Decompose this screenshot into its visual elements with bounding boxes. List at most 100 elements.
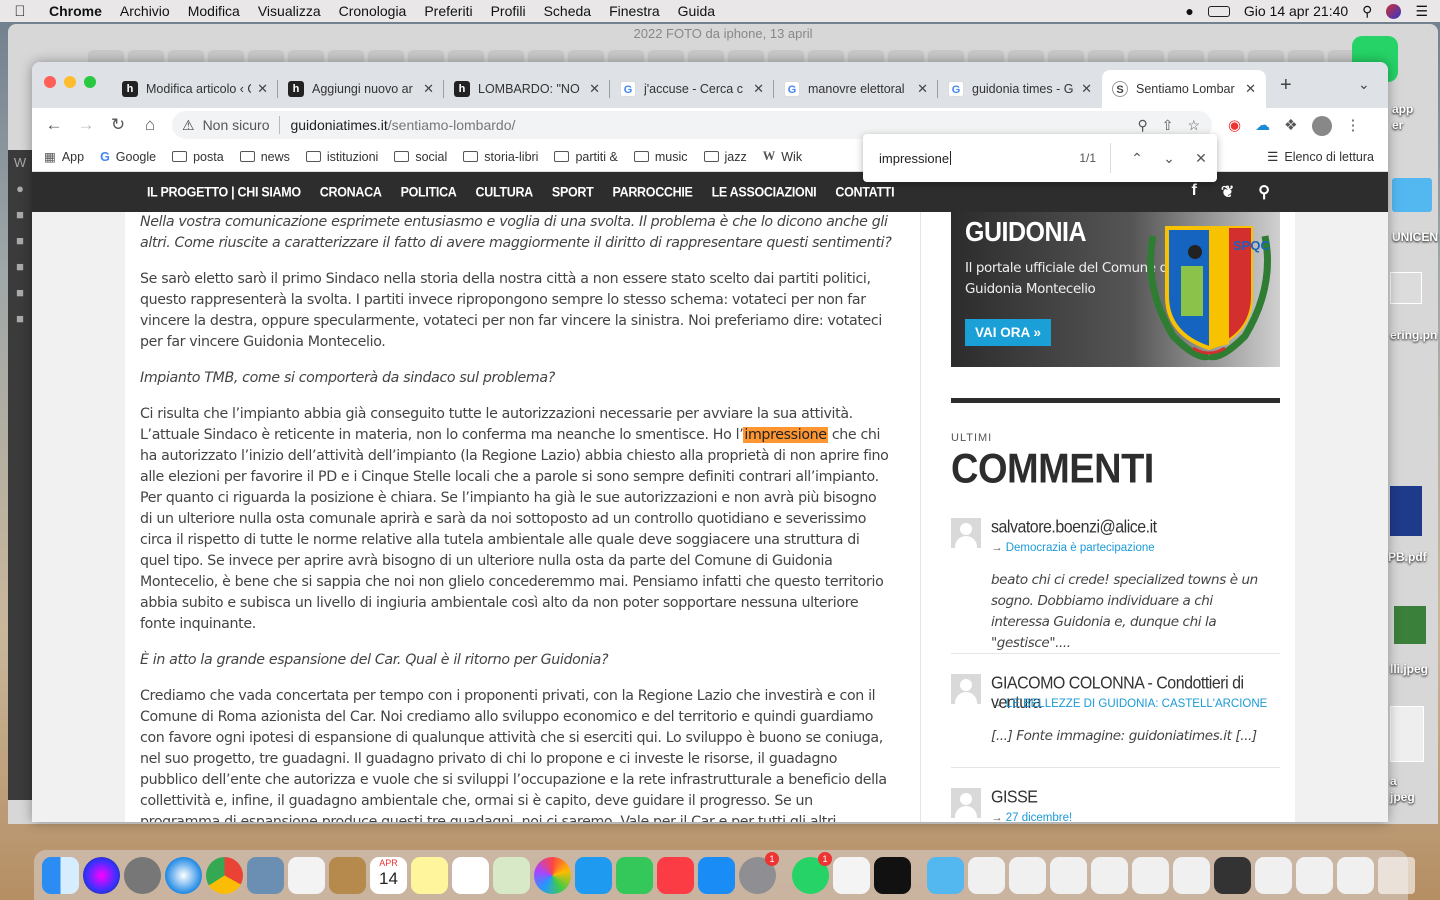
trash-icon[interactable] — [1378, 856, 1415, 894]
close-window-button[interactable] — [44, 76, 56, 88]
terminal-icon[interactable] — [874, 856, 911, 894]
facetime-icon[interactable] — [616, 856, 653, 894]
bookmark-folder-posta[interactable]: posta — [172, 150, 224, 164]
minimized-window-thumb[interactable] — [1091, 856, 1128, 894]
bookmark-folder-news[interactable]: news — [239, 150, 290, 164]
menu-modifica[interactable]: Modifica — [179, 0, 249, 22]
safari-icon[interactable] — [165, 856, 202, 894]
bookmark-folder-music[interactable]: music — [633, 150, 688, 164]
siri-icon[interactable] — [1386, 3, 1402, 19]
tab-close-icon[interactable]: ✕ — [1081, 81, 1092, 97]
chrome-dock-icon[interactable] — [206, 856, 243, 894]
bookmark-folder-storia-libri[interactable]: storia-libri — [463, 150, 538, 164]
desktop-pdf-thumb[interactable] — [1390, 486, 1422, 536]
forward-arrow-icon[interactable]: → — [70, 115, 102, 135]
minimized-window-thumb[interactable] — [1337, 856, 1374, 894]
security-label[interactable]: Non sicuro — [203, 117, 270, 133]
bookmark-wikipedia[interactable]: W Wik — [763, 149, 802, 164]
comment-author[interactable]: salvatore.boenzi@alice.it — [991, 518, 1157, 538]
menu-visualizza[interactable]: Visualizza — [249, 0, 330, 22]
profile-avatar-icon[interactable] — [1311, 116, 1332, 136]
zoom-window-button[interactable] — [84, 76, 96, 88]
desktop-image-thumb[interactable] — [1390, 272, 1422, 304]
vai-ora-button[interactable]: VAI ORA » — [965, 319, 1052, 346]
bookmark-folder-istituzioni[interactable]: istituzioni — [305, 150, 378, 164]
menu-finestra[interactable]: Finestra — [600, 0, 669, 22]
photos-icon[interactable] — [534, 856, 571, 894]
new-tab-plus-icon[interactable]: + — [1280, 74, 1292, 97]
minimized-window-thumb[interactable] — [1214, 856, 1251, 894]
minimized-window-thumb[interactable] — [1173, 856, 1210, 894]
reading-list-button[interactable]: ☰ Elenco di lettura — [1267, 149, 1374, 165]
downloads-folder-icon[interactable] — [927, 856, 964, 894]
finder-icon[interactable] — [42, 856, 79, 894]
tab-aggiungi-nuovo[interactable]: h Aggiungi nuovo ar ✕ — [278, 70, 444, 108]
menu-preferiti[interactable]: Preferiti — [415, 0, 481, 22]
menu-profili[interactable]: Profili — [482, 0, 535, 22]
desktop-jpeg-thumb[interactable] — [1394, 606, 1426, 644]
bookmark-apps[interactable]: ▦ App — [44, 149, 84, 165]
comment-post-link[interactable]: LE BELLEZZE DI GUIDONIA: CASTELL'ARCIONE — [1006, 698, 1268, 710]
system-preferences-icon[interactable]: 1 — [739, 851, 779, 894]
minimized-window-thumb[interactable] — [1296, 856, 1333, 894]
facebook-icon[interactable]: f — [1192, 182, 1197, 202]
chrome-menu-icon[interactable]: ⋮ — [1346, 116, 1361, 136]
minimized-window-thumb[interactable] — [1255, 856, 1292, 894]
tab-search-chevron-icon[interactable]: ⌄ — [1358, 76, 1370, 93]
minimized-window-thumb[interactable] — [1050, 856, 1087, 894]
bookmark-folder-jazz[interactable]: jazz — [703, 150, 747, 164]
siri-dock-icon[interactable] — [83, 856, 120, 894]
tab-lombardo[interactable]: h LOMBARDO: "NO ✕ — [444, 70, 610, 108]
nav-parrocchie[interactable]: PARROCCHIE — [612, 184, 692, 199]
site-search-icon[interactable]: ⚲ — [1258, 182, 1270, 202]
tab-modifica-articolo[interactable]: h Modifica articolo ‹ G ✕ — [112, 70, 278, 108]
minimized-window-thumb[interactable] — [1132, 856, 1169, 894]
tab-guidonia-times[interactable]: G guidonia times - G ✕ — [938, 70, 1102, 108]
reload-icon[interactable]: ↻ — [102, 115, 134, 135]
find-input[interactable]: impressione — [879, 151, 949, 166]
textedit-icon[interactable] — [288, 856, 325, 894]
preview-icon[interactable] — [247, 856, 284, 894]
cloud-extension-icon[interactable]: ☁ — [1255, 116, 1270, 136]
wifi-icon[interactable]: ● — [1185, 3, 1193, 19]
nav-il-progetto[interactable]: IL PROGETTO | CHI SIAMO — [147, 184, 301, 199]
twitter-icon[interactable]: ❦ — [1221, 182, 1234, 202]
nav-contatti[interactable]: CONTATTI — [835, 184, 894, 199]
notebook-icon[interactable] — [329, 856, 366, 894]
maps-icon[interactable] — [493, 856, 530, 894]
tab-close-icon[interactable]: ✕ — [1245, 81, 1256, 97]
minimized-window-thumb[interactable] — [1009, 856, 1046, 894]
extension-red-icon[interactable]: ◉ — [1228, 116, 1241, 136]
apple-menu-icon[interactable]:  — [0, 3, 40, 20]
share-icon[interactable]: ⇧ — [1162, 117, 1174, 134]
desktop-folder-icon[interactable] — [1392, 178, 1432, 212]
document-dock-icon[interactable] — [833, 856, 870, 894]
back-arrow-icon[interactable]: ← — [38, 115, 70, 135]
comment-author[interactable]: GISSE — [991, 788, 1038, 808]
menu-app-name[interactable]: Chrome — [40, 0, 111, 22]
warning-triangle-icon[interactable]: ⚠ — [182, 117, 195, 134]
find-next-chevron-icon[interactable]: ⌄ — [1153, 150, 1185, 167]
tab-close-icon[interactable]: ✕ — [423, 81, 434, 97]
find-in-page-icon[interactable]: ⚲ — [1137, 117, 1147, 134]
home-icon[interactable]: ⌂ — [134, 115, 166, 135]
whatsapp-dock-icon[interactable]: 1 — [792, 851, 832, 894]
nav-politica[interactable]: POLITICA — [401, 184, 457, 199]
extensions-puzzle-icon[interactable]: ❖ — [1284, 116, 1297, 136]
tab-manovre-elettorali[interactable]: G manovre elettoral ✕ — [774, 70, 938, 108]
tab-jaccuse[interactable]: G j'accuse - Cerca c ✕ — [610, 70, 774, 108]
tab-sentiamo-lombardo-active[interactable]: S Sentiamo Lombar ✕ — [1102, 70, 1266, 108]
bookmark-google[interactable]: G Google — [100, 150, 156, 164]
reminders-icon[interactable] — [452, 856, 489, 894]
app-store-icon[interactable] — [698, 856, 735, 894]
find-close-icon[interactable]: ✕ — [1185, 150, 1217, 167]
messages-icon[interactable] — [575, 856, 612, 894]
comment-post-link[interactable]: 27 dicembre! — [1006, 812, 1072, 822]
tab-close-icon[interactable]: ✕ — [257, 81, 268, 97]
notes-icon[interactable] — [411, 856, 448, 894]
bookmark-folder-social[interactable]: social — [394, 150, 447, 164]
tab-close-icon[interactable]: ✕ — [917, 81, 928, 97]
minimize-window-button[interactable] — [64, 76, 76, 88]
bookmark-star-icon[interactable]: ☆ — [1187, 117, 1200, 134]
comune-banner[interactable]: GUIDONIA Il portale ufficiale del Comune… — [951, 212, 1280, 367]
